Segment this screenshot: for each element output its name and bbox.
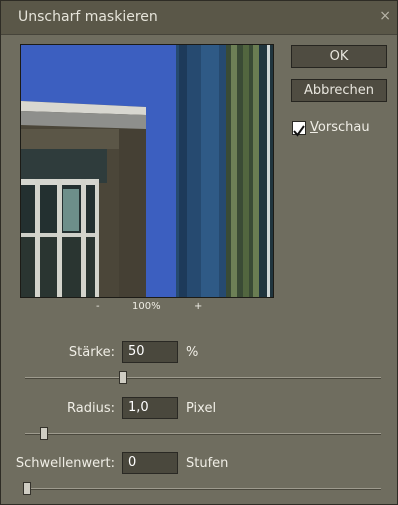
zoom-out-button[interactable]: - (96, 301, 100, 312)
checkmark-icon (293, 125, 305, 137)
amount-slider-handle[interactable] (119, 371, 127, 384)
preview-label-mnemonic: V (310, 120, 318, 135)
unsharp-mask-dialog: Unscharf maskieren × OK Abbrechen Vorsch… (0, 0, 398, 505)
amount-input[interactable]: 50 (122, 341, 178, 363)
threshold-slider-handle[interactable] (23, 482, 31, 495)
cancel-button[interactable]: Abbrechen (291, 79, 387, 102)
radius-unit: Pixel (186, 401, 217, 416)
preview-checkbox-label[interactable]: Vorschau (310, 120, 370, 135)
ok-button[interactable]: OK (291, 45, 387, 68)
radius-slider[interactable] (25, 433, 381, 435)
threshold-unit: Stufen (186, 456, 229, 471)
amount-label: Stärke: (68, 345, 115, 360)
threshold-label: Schwellenwert: (15, 456, 115, 471)
building-photo (21, 45, 273, 297)
threshold-slider[interactable] (25, 488, 381, 490)
radius-label: Radius: (67, 401, 115, 416)
dialog-title: Unscharf maskieren (18, 9, 158, 25)
preview-label-rest: orschau (317, 120, 370, 135)
amount-slider[interactable] (25, 377, 381, 379)
radius-slider-handle[interactable] (40, 427, 48, 440)
amount-unit: % (186, 345, 199, 360)
title-bar: Unscharf maskieren × (1, 1, 397, 35)
preview-checkbox[interactable] (292, 121, 306, 137)
radius-input[interactable]: 1,0 (122, 397, 178, 419)
threshold-input[interactable]: 0 (122, 452, 178, 474)
preview-image[interactable] (20, 44, 274, 298)
close-icon[interactable]: × (379, 8, 391, 24)
zoom-in-button[interactable]: + (194, 301, 202, 312)
zoom-level: 100% (132, 301, 161, 312)
